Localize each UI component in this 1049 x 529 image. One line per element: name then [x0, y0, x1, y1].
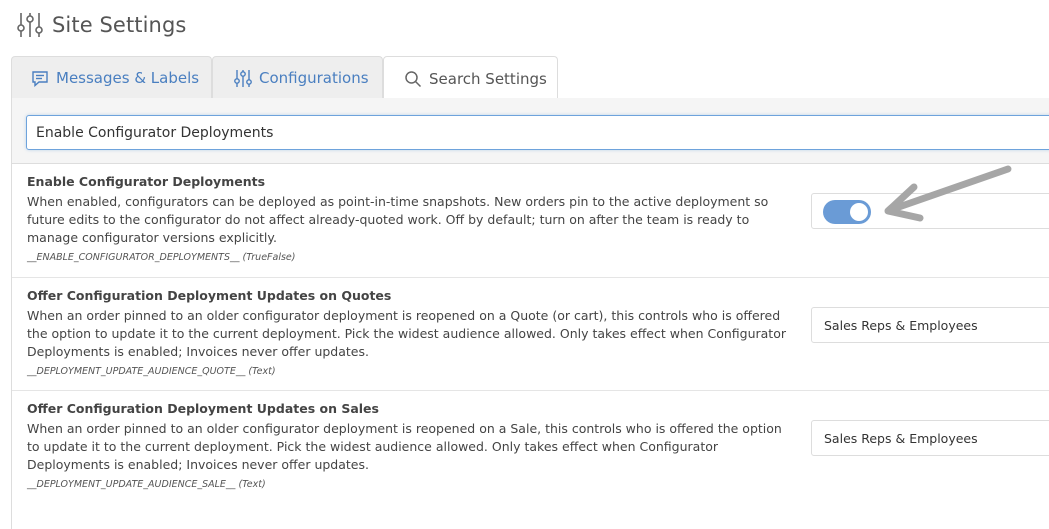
tab-label: Search Settings	[429, 69, 547, 88]
tab-messages-labels[interactable]: Messages & Labels	[11, 56, 212, 99]
setting-key: __ENABLE_CONFIGURATOR_DEPLOYMENTS__ (Tru…	[27, 252, 296, 263]
select-value: Sales Reps & Employees	[824, 431, 978, 446]
search-icon	[404, 70, 422, 88]
sale-audience-select[interactable]: Sales Reps & Employees	[811, 420, 1049, 456]
enable-deployments-toggle[interactable]	[823, 200, 871, 224]
tab-label: Configurations	[259, 69, 369, 87]
setting-description: When an order pinned to an older configu…	[27, 308, 786, 360]
setting-name: Offer Configuration Deployment Updates o…	[27, 288, 392, 303]
search-bar	[12, 98, 1049, 164]
page-header: Site Settings	[17, 8, 186, 42]
page-title: Site Settings	[52, 13, 187, 37]
setting-row: Offer Configuration Deployment Updates o…	[12, 391, 1049, 504]
sliders-icon	[17, 11, 43, 39]
annotation-arrow-icon	[884, 165, 1012, 222]
tab-search-settings[interactable]: Search Settings	[383, 56, 558, 100]
tab-label: Messages & Labels	[56, 69, 200, 87]
select-value: Sales Reps & Employees	[824, 318, 978, 333]
sliders-icon	[234, 69, 252, 88]
setting-name: Enable Configurator Deployments	[27, 174, 266, 189]
setting-description: When enabled, configurators can be deplo…	[27, 194, 769, 246]
tab-configurations[interactable]: Configurations	[212, 56, 383, 99]
message-icon	[31, 70, 49, 87]
search-input[interactable]	[26, 115, 1049, 150]
setting-name: Offer Configuration Deployment Updates o…	[27, 401, 379, 416]
setting-description: When an order pinned to an older configu…	[27, 421, 782, 473]
toggle-knob	[850, 203, 868, 221]
setting-row: Offer Configuration Deployment Updates o…	[12, 278, 1049, 391]
setting-key: __DEPLOYMENT_UPDATE_AUDIENCE_QUOTE__ (Te…	[27, 366, 276, 377]
quote-audience-select[interactable]: Sales Reps & Employees	[811, 307, 1049, 343]
tab-bar: Messages & Labels Configurations Search …	[11, 56, 1049, 100]
setting-key: __DEPLOYMENT_UPDATE_AUDIENCE_SALE__ (Tex…	[27, 479, 266, 490]
